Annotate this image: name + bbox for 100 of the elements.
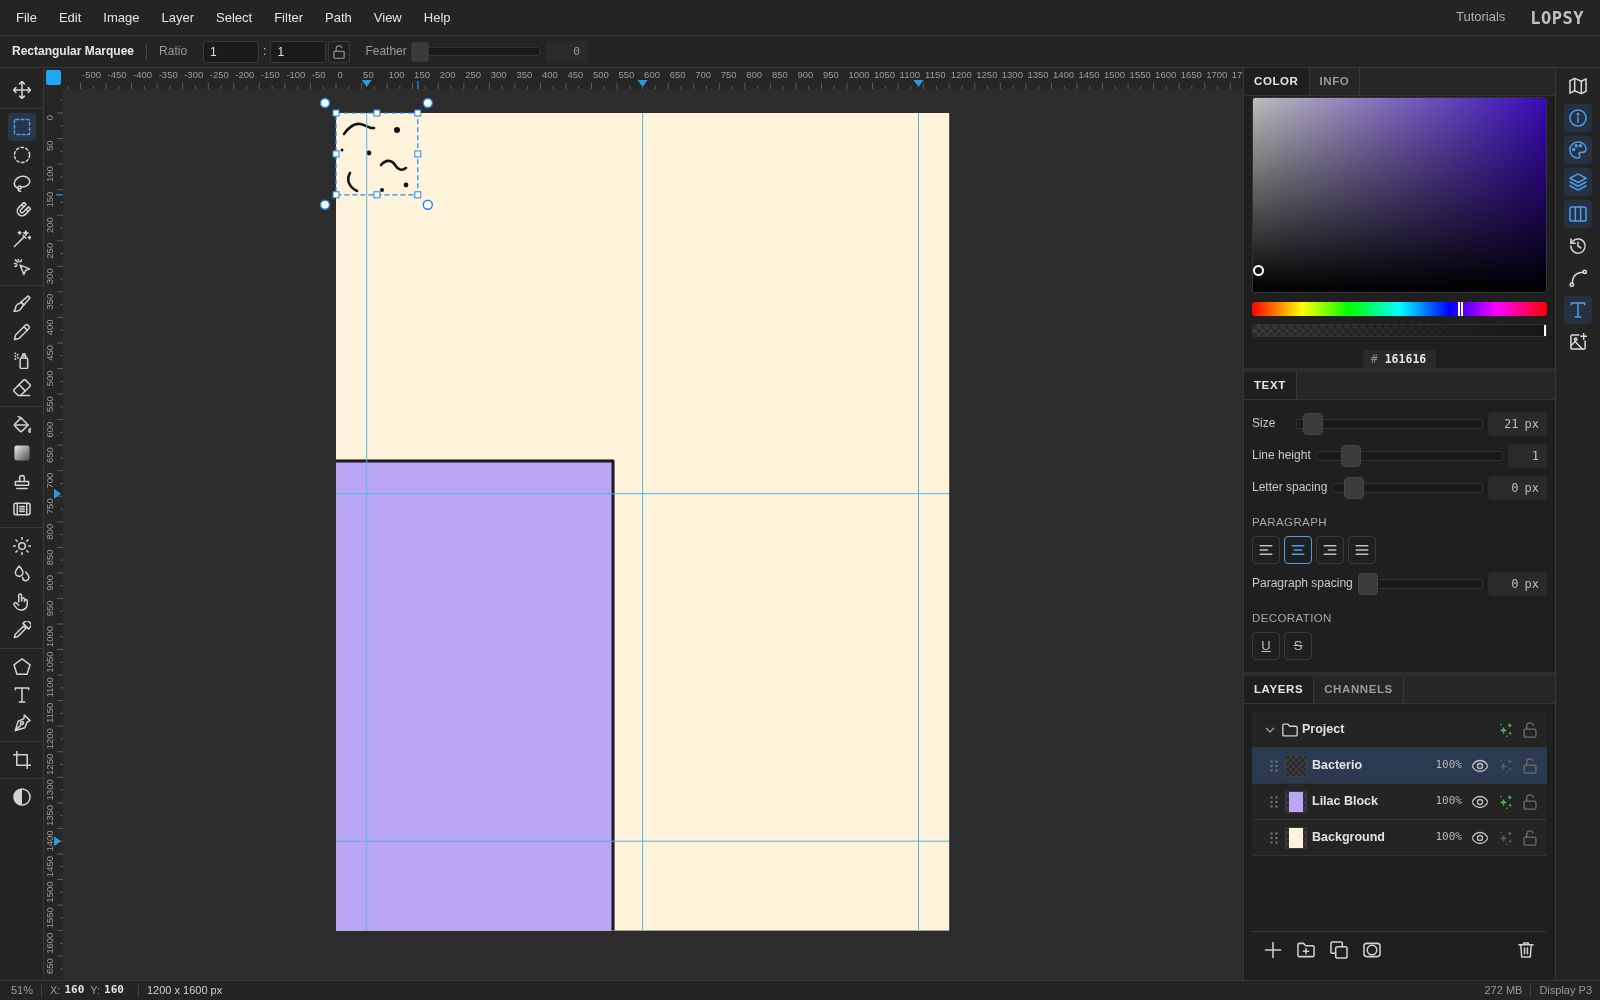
menu-item[interactable]: View <box>362 5 413 30</box>
menu-item[interactable]: Select <box>205 5 264 30</box>
ruler-label: 250 <box>465 69 482 80</box>
ratio-width-field[interactable]: 1 <box>203 40 260 63</box>
padlock-open-icon[interactable] <box>1522 721 1538 738</box>
info-panel-button[interactable] <box>1564 104 1592 132</box>
resize-handle[interactable] <box>414 109 422 117</box>
slider-track[interactable] <box>1357 573 1483 595</box>
layers-panel-button[interactable] <box>1564 168 1592 196</box>
padlock-open-icon[interactable] <box>1522 829 1538 846</box>
menu-item[interactable]: Image <box>92 5 151 30</box>
rectangle-select-tool-button[interactable] <box>7 113 36 141</box>
tutorials-link[interactable]: Tutorials <box>1455 9 1506 26</box>
gradient-square-icon <box>12 444 31 462</box>
hue-slider[interactable] <box>1252 302 1547 316</box>
grip-icon[interactable] <box>1270 759 1278 772</box>
eye-icon[interactable] <box>1472 829 1488 846</box>
slider-thumb[interactable] <box>1344 477 1365 499</box>
color-picker-handle[interactable] <box>1253 265 1264 277</box>
value-field[interactable]: 21 px <box>1487 412 1547 436</box>
panel-tab[interactable]: INFO <box>1309 68 1361 95</box>
slider-track[interactable] <box>1332 477 1483 499</box>
add-group-button[interactable] <box>1297 941 1315 959</box>
align-right-button[interactable] <box>1316 536 1344 564</box>
guide-marker[interactable] <box>54 488 61 499</box>
justify-button[interactable] <box>1348 536 1376 564</box>
brush-icon <box>12 295 31 313</box>
slider-thumb[interactable] <box>1302 413 1323 435</box>
value-field[interactable]: 0 px <box>1487 572 1547 596</box>
slider-track[interactable] <box>1296 413 1483 435</box>
slider-track[interactable] <box>1315 445 1503 467</box>
menu-item[interactable]: Layer <box>150 5 206 30</box>
text-panel-button[interactable] <box>1564 296 1592 324</box>
menu-item[interactable]: Help <box>412 5 462 30</box>
layer-row[interactable]: Background 100% <box>1252 820 1547 856</box>
duplicate-layer-button[interactable] <box>1330 941 1348 959</box>
guide-marker[interactable] <box>54 836 61 847</box>
value-field[interactable]: 1 <box>1508 444 1547 468</box>
menu-item[interactable]: Path <box>314 5 363 30</box>
slider-thumb[interactable] <box>410 41 429 62</box>
panel-tab[interactable]: LAYERS <box>1244 676 1315 703</box>
rotate-handle[interactable] <box>319 199 331 210</box>
guide-marker[interactable] <box>361 80 372 87</box>
value-field[interactable]: 0 px <box>1487 476 1547 500</box>
hex-field[interactable]: # 161616 <box>1362 350 1437 368</box>
crop-icon <box>12 751 31 769</box>
color-field[interactable] <box>1252 97 1547 293</box>
resize-handle[interactable] <box>332 150 340 158</box>
ruler-label: 1400 <box>44 830 55 852</box>
feather-value-field[interactable]: 0 <box>544 40 588 63</box>
strikethrough-button[interactable]: S <box>1284 632 1312 660</box>
ruler-label: 1500 <box>44 881 55 903</box>
resize-handle[interactable] <box>414 150 422 158</box>
panel-tab[interactable]: TEXT <box>1244 372 1297 399</box>
resize-handle[interactable] <box>373 109 381 117</box>
resize-handle[interactable] <box>332 109 340 117</box>
ratio-lock-button[interactable] <box>328 40 351 63</box>
slider-thumb[interactable] <box>1357 573 1378 595</box>
ratio-height-field[interactable]: 1 <box>270 40 327 63</box>
folder-icon <box>1282 721 1298 738</box>
ruler-label: -300 <box>184 69 204 80</box>
resize-handle[interactable] <box>414 191 422 199</box>
add-layer-button[interactable] <box>1264 941 1282 959</box>
grip-icon[interactable] <box>1270 831 1278 844</box>
panel-tab[interactable]: CHANNELS <box>1314 676 1404 703</box>
palette-panel-button[interactable] <box>1564 136 1592 164</box>
opacity-slider[interactable] <box>1252 324 1547 337</box>
sparkle-icon[interactable] <box>1498 721 1514 738</box>
ruler-label: 1200 <box>44 728 55 750</box>
mask-button[interactable] <box>1363 941 1381 959</box>
layer-row[interactable]: Bacterio 100% <box>1252 748 1547 784</box>
selection-marquee[interactable] <box>335 112 419 196</box>
feather-slider[interactable] <box>410 41 540 62</box>
sparkle-icon[interactable] <box>1498 793 1514 810</box>
columns-panel-button[interactable] <box>1564 200 1592 228</box>
guide-marker[interactable] <box>637 80 648 87</box>
padlock-open-icon[interactable] <box>1522 793 1538 810</box>
align-center-button[interactable] <box>1284 536 1312 564</box>
menu-item[interactable]: File <box>5 5 48 30</box>
underline-button[interactable]: U <box>1252 632 1280 660</box>
ruler-label: -400 <box>133 69 153 80</box>
resize-handle[interactable] <box>332 191 340 199</box>
menu-item[interactable]: Filter <box>263 5 315 30</box>
rotate-handle[interactable] <box>422 97 433 109</box>
panel-tab[interactable]: COLOR <box>1244 68 1310 95</box>
delete-layer-button[interactable] <box>1517 941 1535 959</box>
ruler-label: 600 <box>644 69 660 80</box>
layer-row[interactable]: Lilac Block 100% <box>1252 784 1547 820</box>
eye-icon[interactable] <box>1472 793 1488 810</box>
rotate-handle[interactable] <box>319 97 331 109</box>
grip-icon[interactable] <box>1270 795 1278 808</box>
layer-group-row[interactable]: Project <box>1252 712 1547 748</box>
slider-thumb[interactable] <box>1340 445 1361 467</box>
guide-marker[interactable] <box>913 80 924 87</box>
menu-item[interactable]: Edit <box>47 5 93 30</box>
eye-icon[interactable] <box>1472 757 1488 774</box>
rotate-handle[interactable] <box>422 199 433 210</box>
ruler-label: 1350 <box>44 804 55 827</box>
align-left-button[interactable] <box>1252 536 1280 564</box>
resize-handle[interactable] <box>373 191 381 199</box>
